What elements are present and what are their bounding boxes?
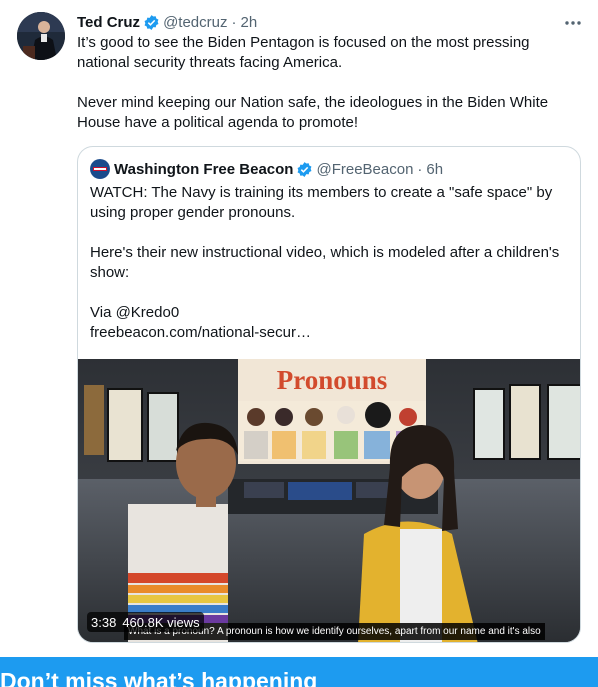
tweet-header: Ted Cruz @tedcruz · 2h bbox=[77, 12, 257, 32]
tweet[interactable]: Ted Cruz @tedcruz · 2h It’s good to see … bbox=[0, 0, 598, 657]
author-handle[interactable]: @tedcruz bbox=[163, 14, 227, 31]
tweet-text: It’s good to see the Biden Pentagon is f… bbox=[77, 33, 577, 133]
quoted-paragraph-links: Via @Kredo0 freebeacon.com/national-secu… bbox=[90, 304, 311, 341]
video-sign-text: Pronouns bbox=[277, 365, 388, 395]
tweet-paragraph: Never mind keeping our Nation safe, the … bbox=[77, 94, 549, 131]
quoted-tweet-header: Washington Free Beacon @FreeBeacon · 6h bbox=[90, 159, 443, 179]
quoted-author-name[interactable]: Washington Free Beacon bbox=[114, 161, 293, 178]
promo-banner-title: Don’t miss what’s happening bbox=[0, 668, 318, 687]
promo-banner: Don’t miss what’s happening bbox=[0, 657, 598, 687]
quoted-time[interactable]: 6h bbox=[426, 161, 443, 178]
separator-dot: · bbox=[231, 13, 237, 31]
separator-dot: · bbox=[417, 160, 423, 178]
quoted-author-handle[interactable]: @FreeBeacon bbox=[316, 161, 413, 178]
video-player[interactable]: Pronouns What is a pronoun? A pronoun is… bbox=[78, 359, 580, 642]
author-avatar[interactable] bbox=[17, 12, 65, 60]
quoted-author-avatar bbox=[90, 159, 110, 179]
video-stats-badge: 3:38 460.8K views bbox=[87, 612, 204, 632]
video-thumbnail: Pronouns bbox=[78, 359, 580, 642]
verified-badge-icon bbox=[143, 14, 160, 31]
quoted-paragraph: Here's their new instructional video, wh… bbox=[90, 244, 560, 281]
quoted-tweet-text: WATCH: The Navy is training its members … bbox=[90, 183, 568, 343]
tweet-paragraph: It’s good to see the Biden Pentagon is f… bbox=[77, 34, 530, 71]
video-duration: 3:38 bbox=[91, 614, 117, 630]
video-views: 460.8K views bbox=[122, 614, 200, 630]
more-options-icon[interactable] bbox=[562, 14, 584, 32]
author-name[interactable]: Ted Cruz bbox=[77, 14, 140, 31]
quoted-paragraph: WATCH: The Navy is training its members … bbox=[90, 184, 553, 221]
verified-badge-icon bbox=[296, 161, 313, 178]
quoted-tweet[interactable]: Washington Free Beacon @FreeBeacon · 6h … bbox=[77, 146, 581, 643]
tweet-time[interactable]: 2h bbox=[240, 14, 257, 31]
